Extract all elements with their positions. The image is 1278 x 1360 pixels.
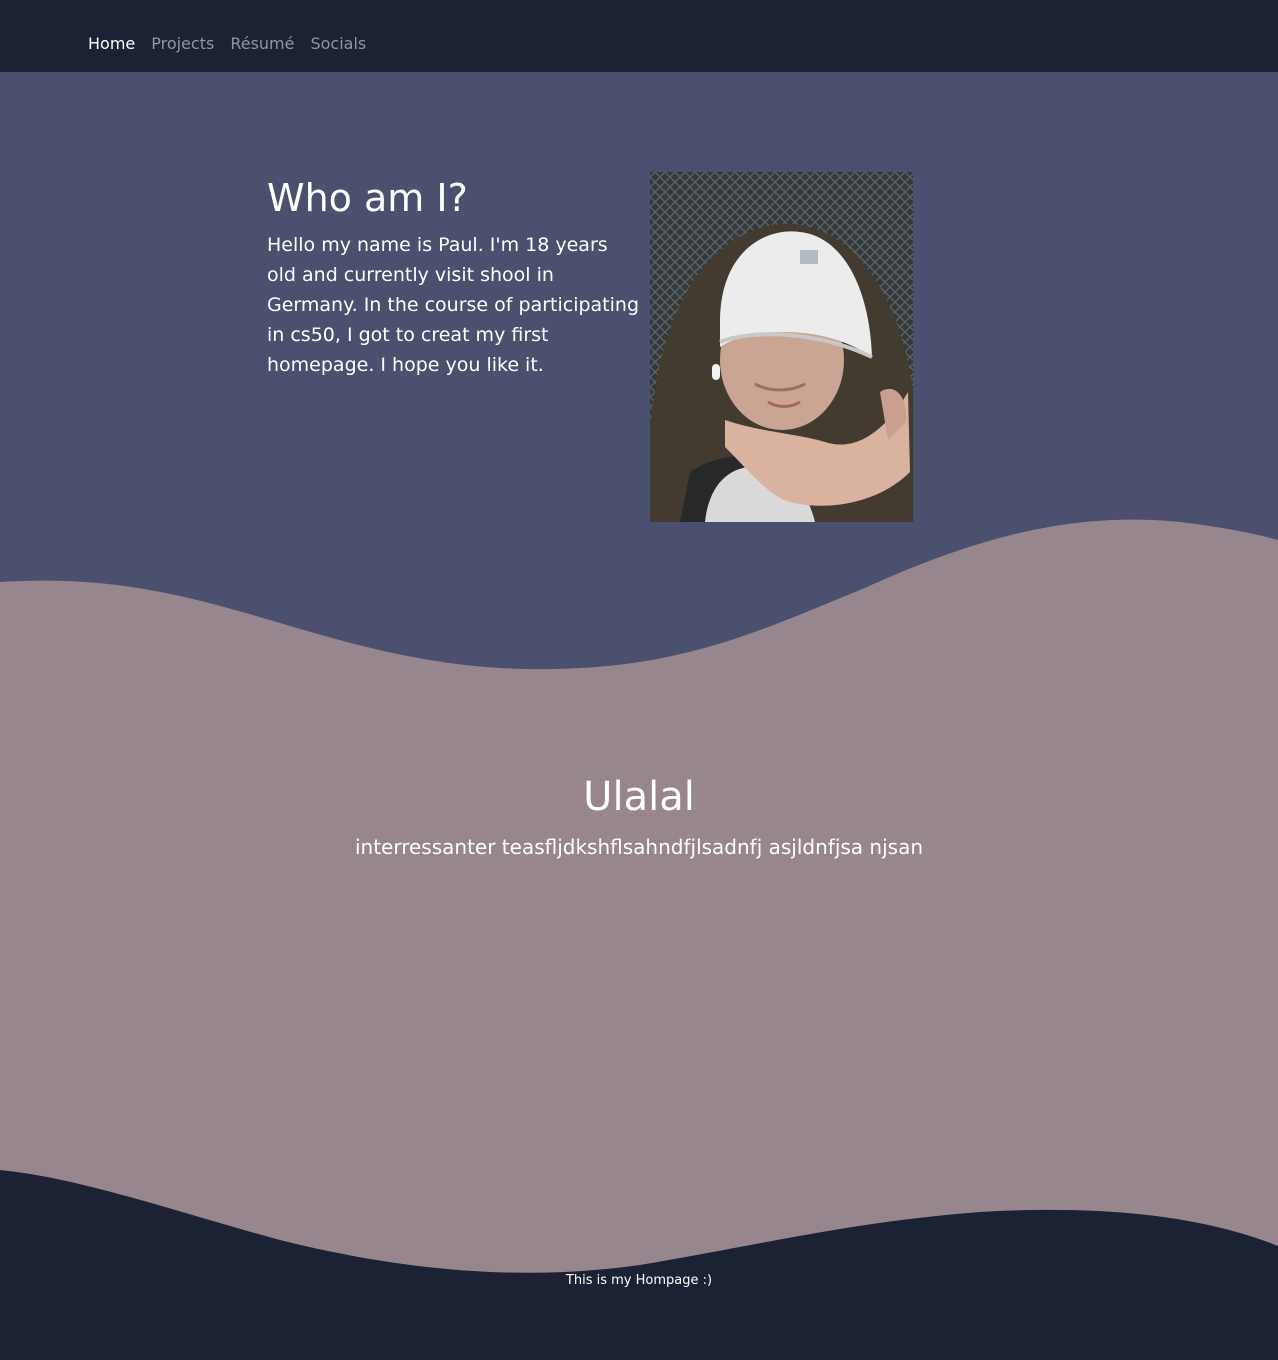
intro-text: Hello my name is Paul. I'm 18 years old … xyxy=(267,234,640,376)
nav-item-projects[interactable]: Projects xyxy=(151,34,214,54)
intro-block: Who am I? Hello my name is Paul. I'm 18 … xyxy=(267,174,639,380)
nav-item-resume[interactable]: Résumé xyxy=(230,34,294,54)
section-title: Ulalal xyxy=(583,774,695,820)
wave-background xyxy=(0,519,1278,1273)
intro-title: Who am I? xyxy=(267,176,468,220)
section-ulalal: Ulalal interressanter teasfljdkshflsahnd… xyxy=(0,770,1278,860)
nav-links: Home Projects Résumé Socials xyxy=(88,34,366,54)
nav-item-home[interactable]: Home xyxy=(88,34,135,54)
navbar: Home Projects Résumé Socials xyxy=(0,0,1278,72)
nav-item-socials[interactable]: Socials xyxy=(310,34,366,54)
profile-photo xyxy=(650,172,913,522)
section-text: interressanter teasfljdkshflsahndfjlsadn… xyxy=(354,835,924,859)
middle-wave-shape xyxy=(0,519,1278,1273)
footer-text: This is my Hompage :) xyxy=(565,1273,713,1288)
